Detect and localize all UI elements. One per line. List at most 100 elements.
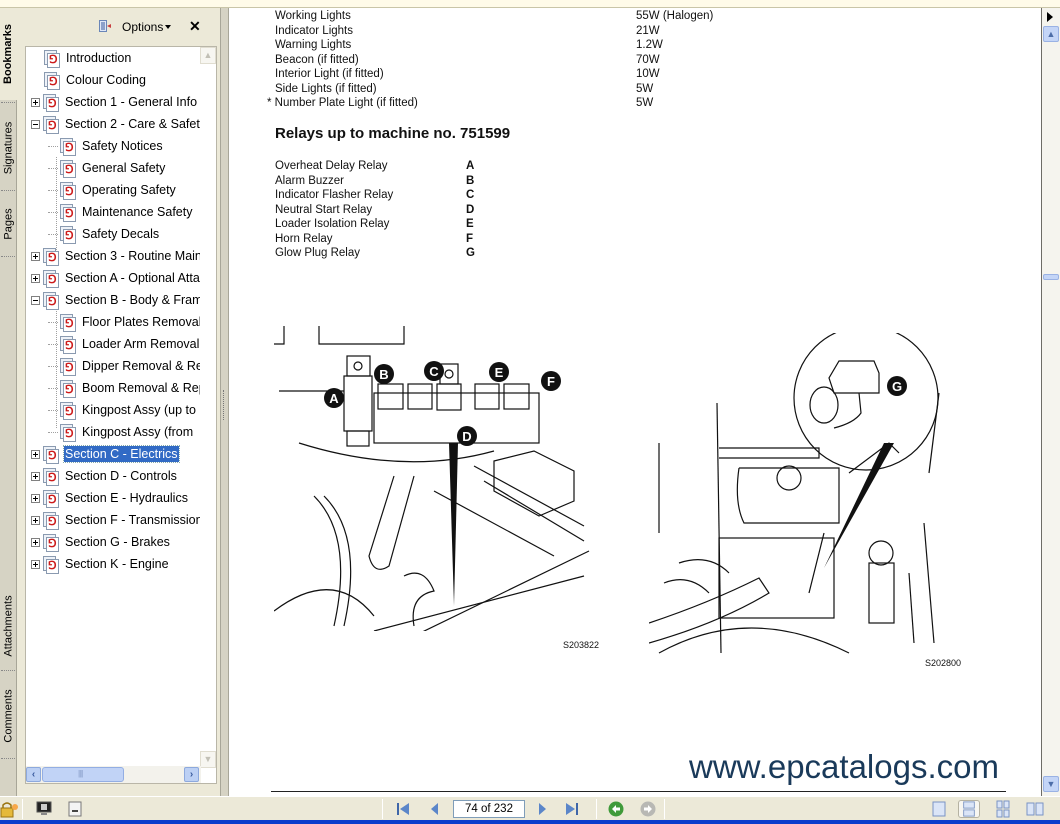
bookmark-item[interactable]: ⅁ Dipper Removal & Replacement [60, 356, 216, 376]
figure-code-left: S203822 [563, 640, 600, 650]
engine-bay-illustration: G [649, 333, 940, 654]
collapse-icon[interactable] [31, 119, 40, 129]
bookmark-item[interactable]: ⅁ Kingpost Assy (from [60, 422, 194, 442]
bookmark-item[interactable]: ⅁ Introduction [44, 48, 132, 68]
bookmark-item[interactable]: ⅁ Loader Arm Removal [60, 334, 200, 354]
bookmark-item[interactable]: ⅁ Section G - Brakes [31, 532, 171, 552]
document-page: Working Lights 55W (Halogen) Indicator Lig… [229, 8, 1041, 796]
bookmark-item[interactable]: ⅁ Section B - Body & Framework [31, 290, 216, 310]
bookmark-item[interactable]: ⅁ Floor Plates Removal [60, 312, 203, 332]
bookmark-label: Section 3 - Routine Maintenance [65, 249, 216, 263]
pdf-bookmark-icon: ⅁ [44, 71, 60, 90]
bookmark-item[interactable]: ⅁ General Safety [60, 158, 166, 178]
scroll-up-icon[interactable]: ▲ [1043, 26, 1059, 42]
tab-pages[interactable]: Pages [0, 194, 17, 254]
bookmark-item[interactable]: ⅁ Section F - Transmission [31, 510, 204, 530]
expand-icon[interactable] [31, 471, 40, 481]
bookmark-item[interactable]: ⅁ Section D - Controls [31, 466, 178, 486]
pdf-bookmark-icon: ⅁ [43, 269, 59, 288]
bookmarks-horizontal-scrollbar[interactable]: ‹ › [26, 766, 201, 783]
security-lock-icon[interactable] [0, 801, 20, 818]
page-number-field[interactable]: 74 of 232 [453, 800, 525, 818]
bookmark-label: Kingpost Assy (up to [82, 403, 196, 417]
expand-icon[interactable] [31, 493, 40, 503]
pdf-reader-window: Bookmarks Signatures Pages Attachments C… [0, 0, 1060, 824]
options-menu-button[interactable]: Options [122, 20, 163, 34]
relay-panel-illustration: A B C D E F [274, 326, 590, 631]
expand-icon[interactable] [31, 537, 40, 547]
scroll-down-icon[interactable]: ▼ [1043, 776, 1059, 792]
collapse-icon[interactable] [31, 295, 40, 305]
tab-separator [1, 758, 15, 761]
scroll-down-icon[interactable]: ▼ [200, 751, 216, 768]
relay-code: E [466, 218, 474, 230]
scroll-right-icon[interactable]: › [184, 767, 199, 782]
callout-b: B [374, 364, 394, 384]
bookmark-item[interactable]: ⅁ Kingpost Assy (up to [60, 400, 197, 420]
callout-label: F [547, 374, 555, 389]
bookmark-item[interactable]: ⅁ Section A - Optional Attachments [31, 268, 216, 288]
expand-icon[interactable] [31, 449, 40, 459]
vertical-scroll-thumb[interactable] [1043, 274, 1059, 280]
minimize-toolbar-icon[interactable] [68, 801, 84, 817]
screen-mode-icon[interactable] [36, 801, 52, 817]
scroll-left-icon[interactable]: ‹ [26, 767, 41, 782]
tab-attachments[interactable]: Attachments [0, 586, 17, 666]
facing-pages-icon[interactable] [1024, 800, 1046, 818]
next-page-icon[interactable] [533, 801, 551, 817]
continuous-facing-icon[interactable] [992, 800, 1014, 818]
bookmark-item[interactable]: ⅁ Boom Removal & Replacement [60, 378, 216, 398]
callout-label: B [379, 367, 388, 382]
horizontal-scroll-thumb[interactable] [42, 767, 124, 782]
pdf-bookmark-icon: ⅁ [43, 115, 59, 134]
expand-icon[interactable] [31, 273, 40, 283]
relay-name: Horn Relay [275, 232, 333, 245]
bookmark-item[interactable]: ⅁ Safety Notices [60, 136, 164, 156]
pdf-bookmark-icon: ⅁ [60, 203, 76, 222]
expand-right-icon[interactable] [1047, 12, 1053, 22]
bookmark-item[interactable]: ⅁ Section E - Hydraulics [31, 488, 189, 508]
splitter-grip[interactable] [223, 390, 226, 420]
bookmarks-vertical-scrollbar[interactable]: ▲ ▼ [200, 47, 216, 768]
status-separator [382, 799, 383, 819]
scroll-up-icon[interactable]: ▲ [200, 47, 216, 64]
bookmark-item[interactable]: ⅁ Section C - Electrics [31, 444, 180, 464]
pdf-bookmark-icon: ⅁ [43, 555, 59, 574]
go-forward-icon[interactable] [640, 801, 656, 817]
expand-icon[interactable] [31, 515, 40, 525]
tab-comments[interactable]: Comments [0, 676, 17, 756]
bookmark-item[interactable]: ⅁ Safety Decals [60, 224, 160, 244]
close-panel-button[interactable]: ✕ [189, 18, 201, 35]
bookmark-item[interactable]: ⅁ Operating Safety [60, 180, 177, 200]
first-page-icon[interactable] [394, 801, 412, 817]
bookmark-item[interactable]: ⅁ Section 2 - Care & Safety [31, 114, 207, 134]
bookmark-item[interactable]: ⅁ Section 3 - Routine Maintenance [31, 246, 216, 266]
bulb-name: Side Lights (if fitted) [275, 82, 377, 95]
page-footer-rule [271, 791, 1006, 792]
continuous-page-icon[interactable] [958, 800, 980, 818]
panel-splitter[interactable] [220, 8, 229, 796]
pdf-bookmark-icon: ⅁ [43, 511, 59, 530]
bookmark-item[interactable]: ⅁ Section K - Engine [31, 554, 170, 574]
chevron-down-icon[interactable] [165, 25, 171, 29]
bookmark-label: Safety Decals [82, 227, 160, 241]
previous-page-icon[interactable] [426, 801, 444, 817]
document-vertical-scrollbar[interactable]: ▲ ▼ [1041, 8, 1060, 796]
last-page-icon[interactable] [563, 801, 581, 817]
bookmark-item[interactable]: ⅁ Colour Coding [44, 70, 147, 90]
document-viewport[interactable]: Working Lights 55W (Halogen) Indicator Lig… [229, 8, 1041, 796]
go-back-icon[interactable] [608, 801, 624, 817]
expand-icon[interactable] [31, 559, 40, 569]
bookmark-item[interactable]: ⅁ Maintenance Safety [60, 202, 194, 222]
tab-bookmarks[interactable]: Bookmarks [0, 8, 17, 100]
options-menu-icon[interactable] [99, 20, 111, 32]
single-page-icon[interactable] [928, 800, 950, 818]
expand-icon[interactable] [31, 251, 40, 261]
bookmark-label: Section 2 - Care & Safety [65, 117, 207, 131]
callout-label: A [329, 391, 339, 406]
navigation-tab-strip: Bookmarks Signatures Pages Attachments C… [0, 8, 17, 796]
status-separator [596, 799, 597, 819]
tab-signatures[interactable]: Signatures [0, 108, 17, 188]
expand-icon[interactable] [31, 97, 40, 107]
bookmark-item[interactable]: ⅁ Section 1 - General Info [31, 92, 198, 112]
